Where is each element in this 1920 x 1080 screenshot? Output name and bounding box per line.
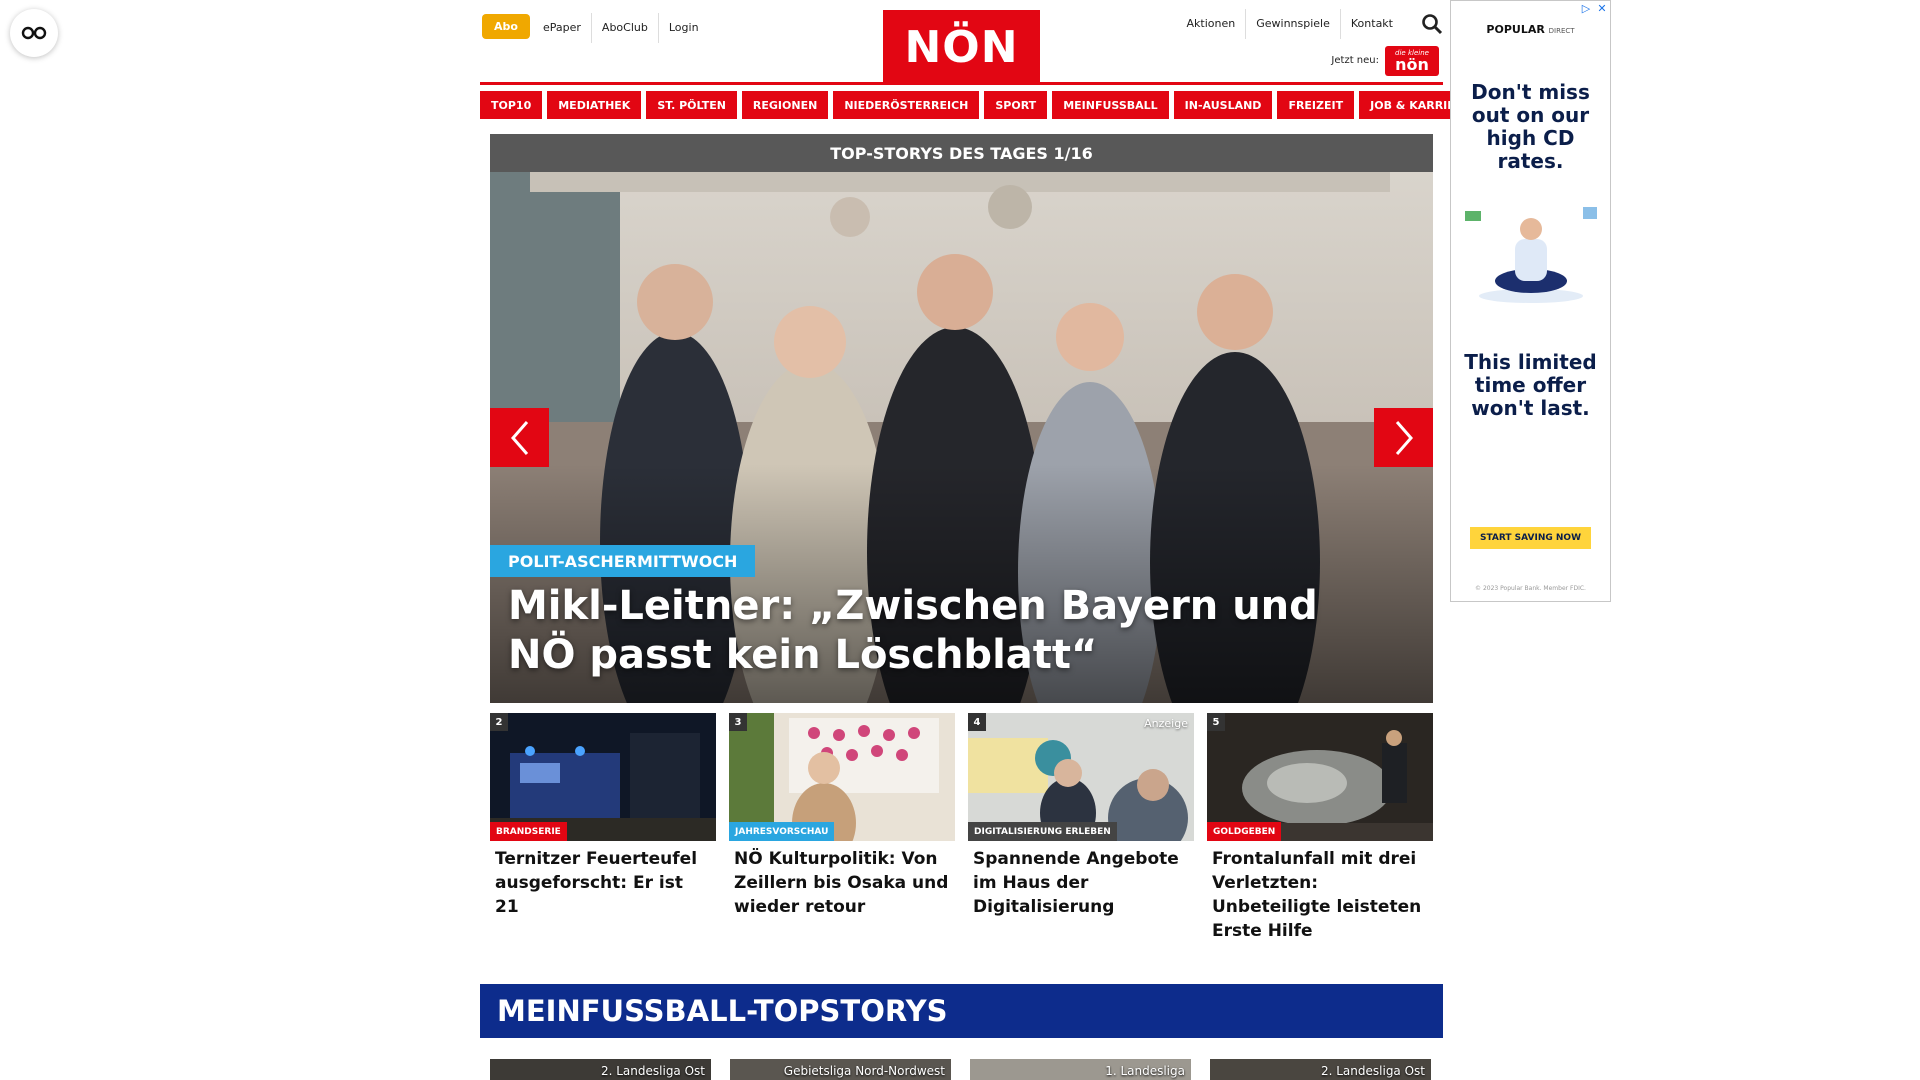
story-rank: 3 bbox=[729, 713, 747, 731]
nav-niederoesterreich[interactable]: NIEDERÖSTERREICH bbox=[833, 91, 980, 119]
noen-logo[interactable]: NÖN bbox=[883, 10, 1040, 84]
story-cards: 2 BRANDSERIE Ternitzer Feuerteufel ausge… bbox=[490, 713, 1433, 943]
hero-kicker[interactable]: POLIT-ASCHERMITTWOCH bbox=[490, 545, 756, 577]
nav-regionen[interactable]: REGIONEN bbox=[741, 91, 829, 119]
ad-disclaimer: © 2023 Popular Bank. Member FDIC. bbox=[1475, 585, 1586, 592]
adchoices-icon[interactable]: ▷ bbox=[1580, 2, 1592, 15]
fussball-story-card[interactable]: 2. Landesliga Ost bbox=[1210, 1059, 1431, 1080]
main-nav: TOP10 MEDIATHEK ST. PÖLTEN REGIONEN NIED… bbox=[480, 91, 1482, 119]
story-title[interactable]: Frontalunfall mit drei Verletzten: Unbet… bbox=[1207, 841, 1433, 943]
top-stories-header: TOP-STORYS DES TAGES 1/16 bbox=[490, 134, 1433, 172]
header-divider bbox=[480, 82, 1443, 85]
story-title[interactable]: NÖ Kulturpolitik: Von Zeillern bis Osaka… bbox=[729, 841, 955, 919]
kontakt-link[interactable]: Kontakt bbox=[1339, 9, 1403, 39]
nav-top10[interactable]: TOP10 bbox=[480, 91, 543, 119]
login-link[interactable]: Login bbox=[657, 13, 709, 43]
ad-illustration bbox=[1465, 207, 1597, 303]
next-slide-button[interactable] bbox=[1374, 408, 1433, 467]
meinfussball-header[interactable]: MEINFUSSBALL-TOPSTORYS bbox=[480, 984, 1443, 1038]
badge-big-text: nön bbox=[1395, 54, 1429, 74]
story-thumbnail[interactable]: 5 GOLDGEBEN bbox=[1207, 713, 1433, 841]
story-category-label: BRANDSERIE bbox=[490, 822, 567, 841]
chevron-right-icon bbox=[1395, 420, 1413, 455]
story-category-label: JAHRESVORSCHAU bbox=[729, 822, 835, 841]
story-category-label: GOLDGEBEN bbox=[1207, 822, 1282, 841]
top-left-links: ePaper AboClub Login bbox=[533, 12, 709, 44]
glasses-icon bbox=[21, 26, 47, 40]
story-rank: 4 bbox=[968, 713, 986, 731]
search-icon[interactable] bbox=[1421, 13, 1443, 35]
nav-in-ausland[interactable]: IN-AUSLAND bbox=[1173, 91, 1273, 119]
nav-mediathek[interactable]: MEDIATHEK bbox=[547, 91, 642, 119]
story-card[interactable]: 2 BRANDSERIE Ternitzer Feuerteufel ausge… bbox=[490, 713, 716, 943]
story-thumbnail[interactable]: 3 JAHRESVORSCHAU bbox=[729, 713, 955, 841]
fussball-story-card[interactable]: Gebietsliga Nord-Nordwest bbox=[730, 1059, 951, 1080]
chevron-left-icon bbox=[510, 420, 528, 455]
story-card[interactable]: 5 GOLDGEBEN Frontalunfall mit drei Verle… bbox=[1207, 713, 1433, 943]
ad-marker: Anzeige bbox=[1144, 717, 1188, 730]
ad-brand-logo: POPULAR DIRECT bbox=[1451, 23, 1610, 36]
story-rank: 2 bbox=[490, 713, 508, 731]
main-page: Abo ePaper AboClub Login NÖN Aktionen Ge… bbox=[480, 0, 1482, 1080]
story-card[interactable]: 4 Anzeige DIGITALISIERUNG ERLEBEN Spanne… bbox=[968, 713, 1194, 943]
aboclub-link[interactable]: AboClub bbox=[590, 13, 658, 43]
nav-meinfussball[interactable]: MEINFUSSBALL bbox=[1052, 91, 1169, 119]
epaper-link[interactable]: ePaper bbox=[533, 13, 591, 43]
league-label: 1. Landesliga bbox=[1105, 1064, 1185, 1078]
hero-headline[interactable]: Mikl-Leitner: „Zwischen Bayern und NÖ pa… bbox=[508, 582, 1388, 680]
abo-button[interactable]: Abo bbox=[482, 14, 530, 39]
story-thumbnail[interactable]: 4 Anzeige DIGITALISIERUNG ERLEBEN bbox=[968, 713, 1194, 841]
nav-st-poelten[interactable]: ST. PÖLTEN bbox=[646, 91, 737, 119]
story-title[interactable]: Ternitzer Feuerteufel ausgeforscht: Er i… bbox=[490, 841, 716, 919]
league-label: 2. Landesliga Ost bbox=[600, 1064, 705, 1078]
jetzt-neu-label: Jetzt neu: bbox=[1331, 55, 1379, 66]
ad-logo-sub: DIRECT bbox=[1548, 27, 1575, 35]
fussball-cards: 2. Landesliga Ost Gebietsliga Nord-Nordw… bbox=[490, 1059, 1433, 1080]
previous-slide-button[interactable] bbox=[490, 408, 549, 467]
story-rank: 5 bbox=[1207, 713, 1225, 731]
ad-subheadline: This limited time offer won't last. bbox=[1464, 350, 1597, 420]
nav-sport[interactable]: SPORT bbox=[984, 91, 1048, 119]
ad-logo-text: POPULAR bbox=[1486, 23, 1545, 36]
league-label: Gebietsliga Nord-Nordwest bbox=[783, 1064, 945, 1078]
reader-mode-button[interactable] bbox=[10, 9, 58, 57]
site-header: Abo ePaper AboClub Login NÖN Aktionen Ge… bbox=[480, 0, 1443, 85]
close-icon[interactable]: ✕ bbox=[1596, 2, 1608, 15]
aktionen-link[interactable]: Aktionen bbox=[1177, 9, 1246, 39]
ad-controls: ▷ ✕ bbox=[1580, 2, 1608, 15]
hero-slider[interactable]: POLIT-ASCHERMITTWOCH Mikl-Leitner: „Zwis… bbox=[490, 172, 1433, 703]
top-right-links: Aktionen Gewinnspiele Kontakt bbox=[1177, 8, 1403, 40]
ad-headline: Don't miss out on our high CD rates. bbox=[1471, 80, 1590, 173]
story-title[interactable]: Spannende Angebote im Haus der Digitalis… bbox=[968, 841, 1194, 919]
kleine-noen-badge[interactable]: die kleine nön bbox=[1385, 46, 1439, 76]
story-card[interactable]: 3 JAHRESVORSCHAU NÖ Kulturpolitik: Von Z… bbox=[729, 713, 955, 943]
gewinnspiele-link[interactable]: Gewinnspiele bbox=[1245, 9, 1340, 39]
sidebar-ad[interactable]: ▷ ✕ POPULAR DIRECT Don't miss out on our… bbox=[1450, 0, 1611, 602]
nav-freizeit[interactable]: FREIZEIT bbox=[1277, 91, 1355, 119]
ad-cta-button[interactable]: START SAVING NOW bbox=[1470, 527, 1591, 549]
story-category-label: DIGITALISIERUNG ERLEBEN bbox=[968, 822, 1117, 841]
fussball-story-card[interactable]: 2. Landesliga Ost bbox=[490, 1059, 711, 1080]
league-label: 2. Landesliga Ost bbox=[1320, 1064, 1425, 1078]
fussball-story-card[interactable]: 1. Landesliga bbox=[970, 1059, 1191, 1080]
story-thumbnail[interactable]: 2 BRANDSERIE bbox=[490, 713, 716, 841]
